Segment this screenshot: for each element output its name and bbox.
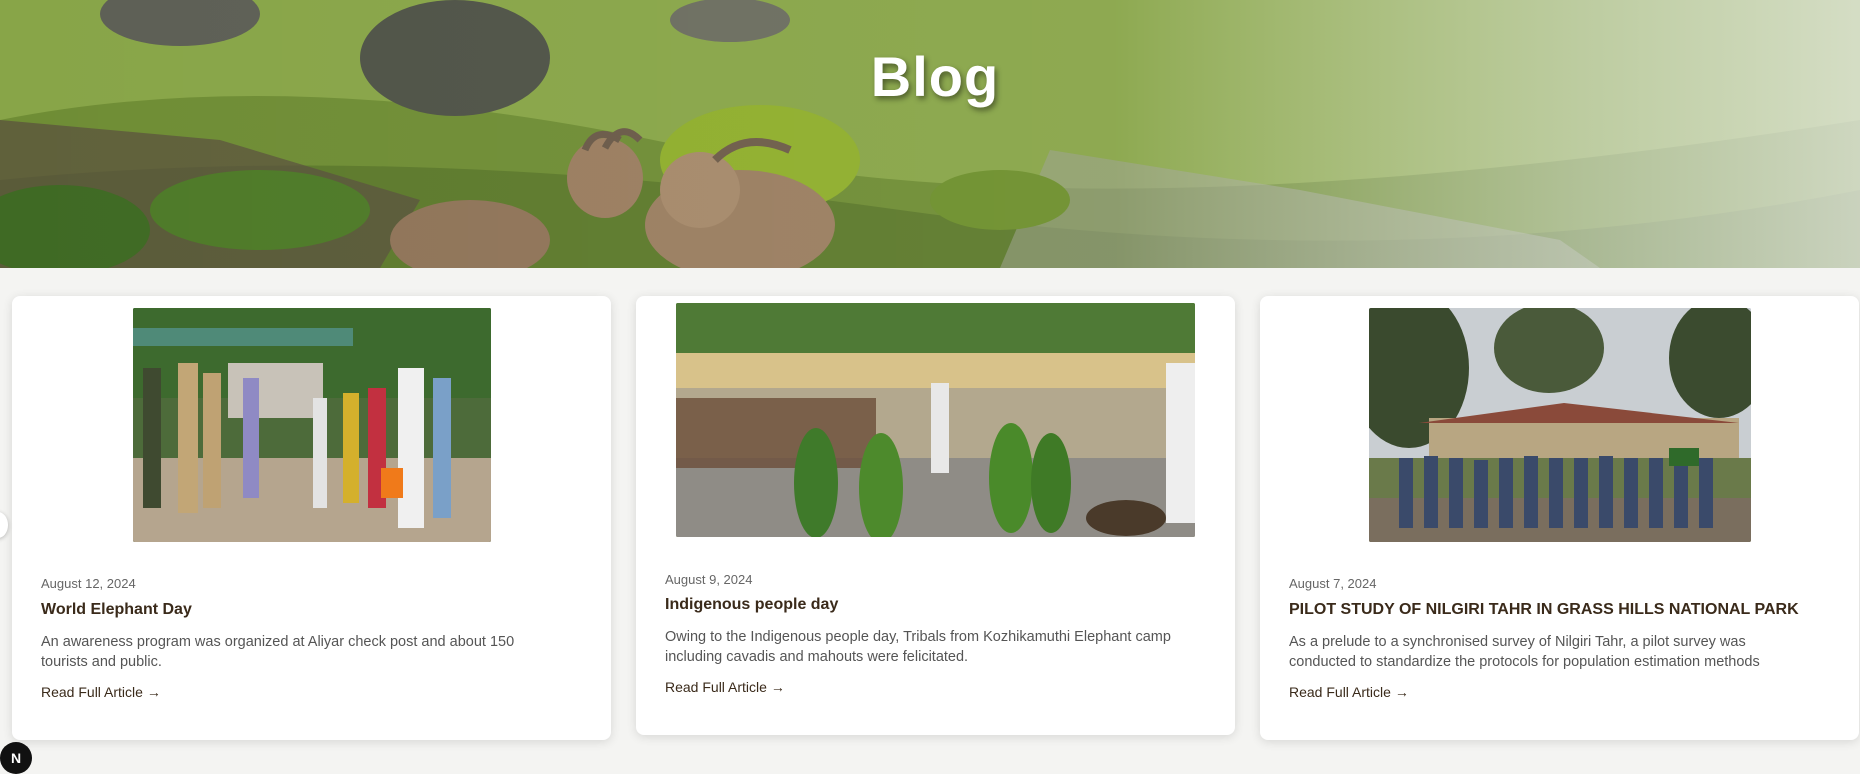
tribal-dance-photo-graphic	[676, 303, 1195, 537]
post-title[interactable]: PILOT STUDY OF NILGIRI TAHR IN GRASS HIL…	[1289, 601, 1799, 619]
post-excerpt: An awareness program was organized at Al…	[41, 634, 515, 670]
post-title[interactable]: World Elephant Day	[41, 601, 192, 619]
group-photo[interactable]	[1369, 308, 1751, 542]
read-full-article-link[interactable]: Read Full Article →	[1289, 684, 1409, 700]
page-title: Blog	[870, 45, 1000, 108]
read-full-article-link[interactable]: Read Full Article →	[41, 684, 161, 700]
post-date: August 12, 2024	[41, 576, 136, 591]
post-title[interactable]: Indigenous people day	[665, 596, 838, 614]
read-full-article-link[interactable]: Read Full Article →	[665, 679, 785, 695]
blog-post-list: August 12, 2024 World Elephant Day An aw…	[0, 268, 1860, 761]
post-excerpt: Owing to the Indigenous people day, Trib…	[665, 629, 1171, 665]
post-excerpt: As a prelude to a synchronised survey of…	[1289, 634, 1760, 670]
post-date: August 9, 2024	[665, 572, 753, 587]
blog-card: August 7, 2024 PILOT STUDY OF NILGIRI TA…	[1260, 296, 1859, 740]
blog-card: August 12, 2024 World Elephant Day An aw…	[12, 296, 611, 740]
hero-banner: Blog	[0, 0, 1860, 268]
post-date: August 7, 2024	[1289, 576, 1377, 591]
n-badge[interactable]: N	[0, 742, 32, 774]
blog-card: August 9, 2024 Indigenous people day Owi…	[636, 296, 1235, 735]
awareness-program-photo-graphic	[133, 308, 491, 542]
group-photo-graphic	[1369, 308, 1751, 542]
awareness-program-photo[interactable]	[133, 308, 491, 542]
hero-background-photo	[0, 0, 1860, 268]
tribal-dance-photo[interactable]	[676, 303, 1195, 537]
